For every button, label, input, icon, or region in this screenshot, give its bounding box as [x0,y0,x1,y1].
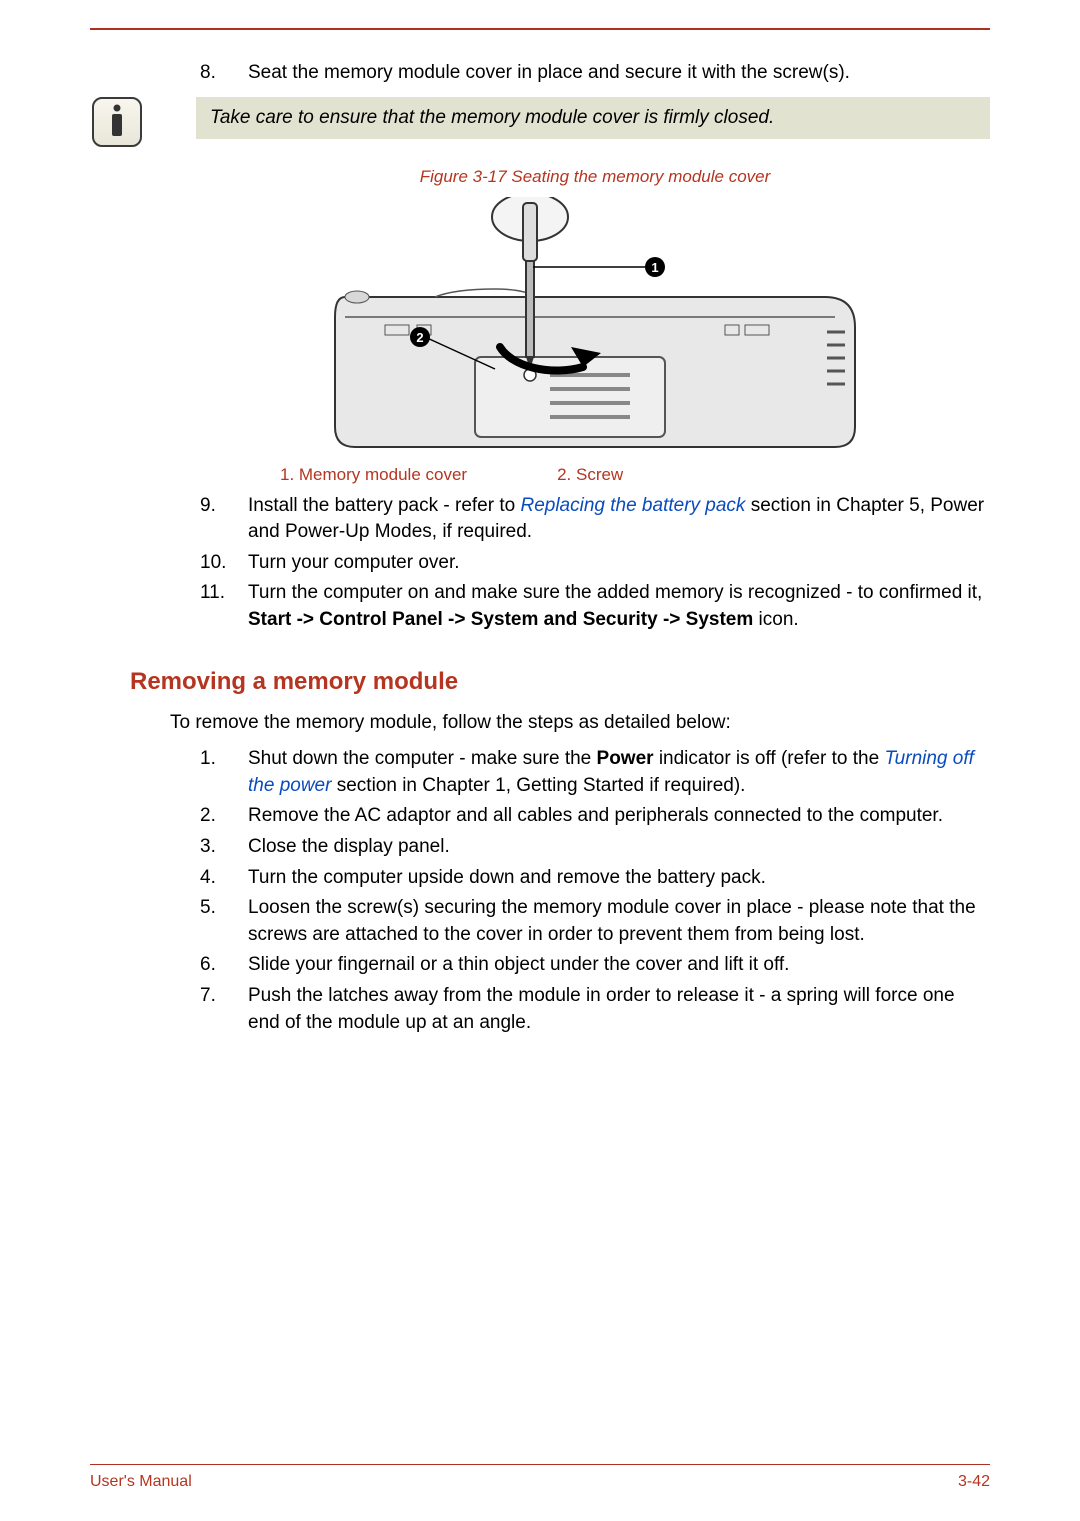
remove-step-2: 2. Remove the AC adaptor and all cables … [200,803,990,830]
heading-removing-memory: Removing a memory module [130,668,990,696]
top-rule [90,28,990,30]
step-text: Shut down the computer - make sure the P… [248,746,990,799]
figure-diagram: 1 2 [325,197,865,457]
footer-left: User's Manual [90,1473,192,1491]
step-text: Remove the AC adaptor and all cables and… [248,803,990,830]
note-text: Take care to ensure that the memory modu… [196,97,990,139]
step-text: Loosen the screw(s) securing the memory … [248,895,990,948]
figure-legend: 1. Memory module cover 2. Screw [280,465,990,485]
step-10: 10. Turn your computer over. [200,550,990,577]
remove-step-3: 3. Close the display panel. [200,834,990,861]
step-text: Close the display panel. [248,834,990,861]
step-number: 7. [200,983,248,1036]
figure-caption: Figure 3-17 Seating the memory module co… [200,167,990,187]
step-number: 3. [200,834,248,861]
power-indicator: Power [597,748,654,769]
step-number: 6. [200,952,248,979]
step-8: 8. Seat the memory module cover in place… [200,60,990,87]
note-callout: Take care to ensure that the memory modu… [90,97,990,147]
link-replacing-battery[interactable]: Replacing the battery pack [520,495,745,516]
remove-step-5: 5. Loosen the screw(s) securing the memo… [200,895,990,948]
footer-right: 3-42 [958,1473,990,1491]
step-9: 9. Install the battery pack - refer to R… [200,493,990,546]
step-number: 5. [200,895,248,948]
legend-1: 1. Memory module cover [280,465,467,485]
step-number: 1. [200,746,248,799]
step-text: Seat the memory module cover in place an… [248,60,990,87]
step-text: Install the battery pack - refer to Repl… [248,493,990,546]
callout-2: 2 [416,330,423,345]
step-number: 10. [200,550,248,577]
menu-path: Start -> Control Panel -> System and Sec… [248,609,753,630]
page-footer: User's Manual 3-42 [90,1464,990,1491]
step-text: Turn your computer over. [248,550,990,577]
step-text: Slide your fingernail or a thin object u… [248,952,990,979]
remove-step-1: 1. Shut down the computer - make sure th… [200,746,990,799]
intro-paragraph: To remove the memory module, follow the … [170,710,990,737]
step-text: Turn the computer on and make sure the a… [248,580,990,633]
legend-2: 2. Screw [557,465,623,485]
step-number: 2. [200,803,248,830]
info-icon [92,97,142,147]
step-number: 8. [200,60,248,87]
step-text: Turn the computer upside down and remove… [248,865,990,892]
step-number: 11. [200,580,248,633]
step-number: 4. [200,865,248,892]
step-11: 11. Turn the computer on and make sure t… [200,580,990,633]
remove-step-7: 7. Push the latches away from the module… [200,983,990,1036]
callout-1: 1 [651,260,658,275]
remove-step-6: 6. Slide your fingernail or a thin objec… [200,952,990,979]
remove-step-4: 4. Turn the computer upside down and rem… [200,865,990,892]
footer-rule [90,1464,990,1465]
step-number: 9. [200,493,248,546]
step-text: Push the latches away from the module in… [248,983,990,1036]
